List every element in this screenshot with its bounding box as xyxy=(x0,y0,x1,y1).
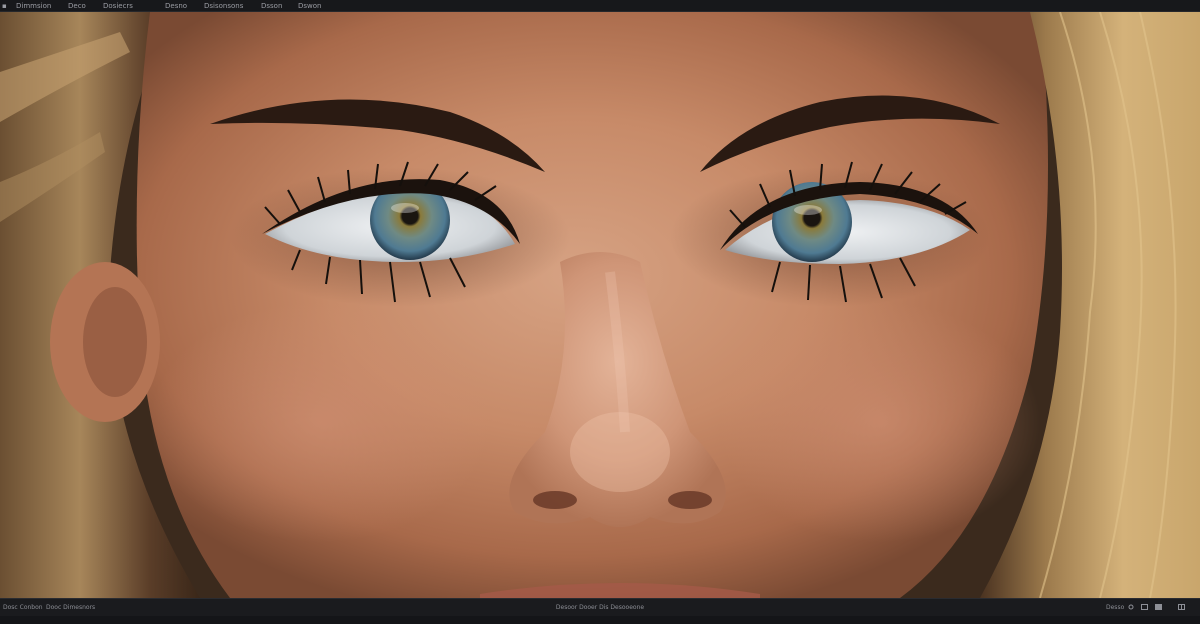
menu-item-dossiers[interactable]: Dosiecrs xyxy=(103,1,133,11)
status-bar: Dosc Conbon Dooc Dimesnors Desoor Dooer … xyxy=(0,598,1200,624)
menu-item-desno[interactable]: Desno xyxy=(165,1,187,11)
menu-item-app[interactable]: ▪ xyxy=(2,1,7,11)
menu-item-dswon[interactable]: Dswon xyxy=(298,1,321,11)
menu-item-dsson[interactable]: Dsson xyxy=(261,1,282,11)
portrait-photo xyxy=(0,12,1200,598)
menu-item-dimension[interactable]: Dimmsion xyxy=(16,1,51,11)
image-canvas[interactable] xyxy=(0,12,1200,598)
status-center-text: Desoor Dooer Dis Desooeone xyxy=(555,604,645,611)
panel-icon[interactable] xyxy=(1155,604,1162,610)
menu-item-deco[interactable]: Deco xyxy=(68,1,86,11)
zoom-icon[interactable] xyxy=(1128,604,1135,610)
menu-item-dsisonsons[interactable]: Dsisonsons xyxy=(204,1,243,11)
status-bottom-strip xyxy=(0,616,1200,624)
photo-viewer-window: ▪ Dimmsion Deco Dosiecrs Desno Dsisonson… xyxy=(0,0,1200,624)
status-value[interactable]: Desso xyxy=(1106,603,1124,612)
grid-icon[interactable] xyxy=(1141,604,1148,610)
menu-bar: ▪ Dimmsion Deco Dosiecrs Desno Dsisonson… xyxy=(0,0,1200,12)
settings-icon[interactable] xyxy=(1178,604,1185,610)
